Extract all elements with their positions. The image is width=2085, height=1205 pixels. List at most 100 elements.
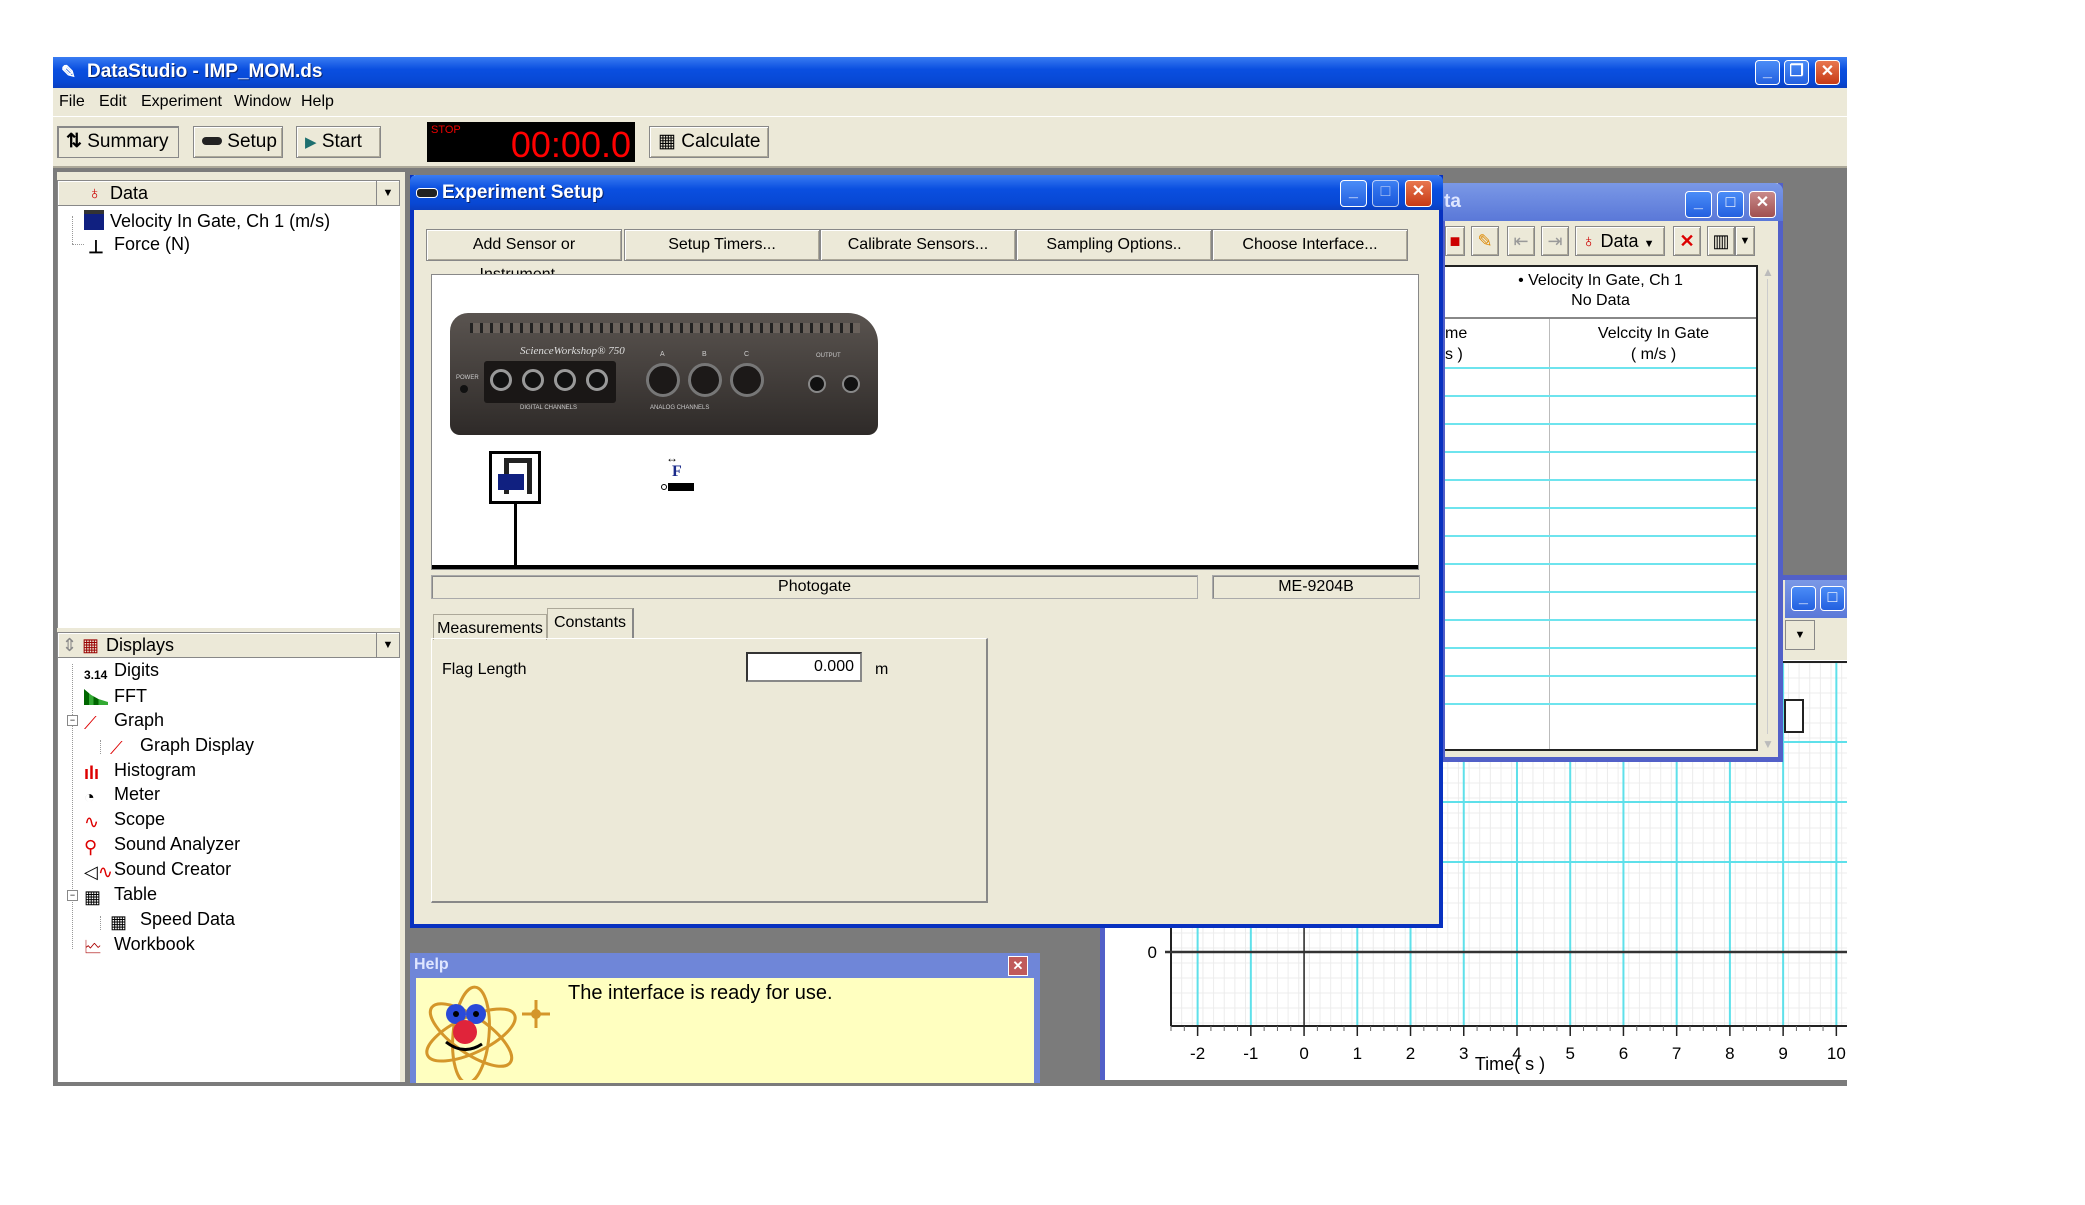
displays-panel-header[interactable]: ⇕ ▦ Displays ▼ — [57, 632, 400, 658]
graph-dropdown[interactable]: ▼ — [1785, 620, 1815, 650]
analog-port-b[interactable] — [688, 363, 722, 397]
minimize-button[interactable]: _ — [1685, 191, 1712, 218]
table-row[interactable] — [1445, 703, 1756, 731]
table-row[interactable] — [1445, 619, 1756, 647]
constants-pane: Flag Length m — [431, 638, 988, 903]
table-row[interactable] — [1445, 591, 1756, 619]
data-item-velocity[interactable]: Velocity In Gate, Ch 1 (m/s) — [84, 210, 330, 232]
display-item-workbook[interactable]: 🗠 Workbook — [84, 934, 195, 957]
table-row[interactable] — [1445, 451, 1756, 479]
menu-edit[interactable]: Edit — [99, 93, 127, 111]
minimize-button[interactable]: _ — [1340, 180, 1367, 207]
close-button[interactable]: ✕ — [1815, 60, 1840, 85]
minimize-button[interactable]: _ — [1791, 586, 1816, 611]
table-row[interactable] — [1445, 647, 1756, 675]
graph-title-bar[interactable]: _ □ — [1785, 580, 1847, 618]
output-port[interactable] — [808, 375, 826, 393]
tab-measurements[interactable]: Measurements — [433, 614, 547, 640]
digital-port-4[interactable] — [586, 369, 608, 391]
setup-button[interactable]: Setup — [193, 126, 283, 158]
chevron-down-icon[interactable]: ▼ — [376, 633, 399, 657]
analog-port-c[interactable] — [730, 363, 764, 397]
column-header-time[interactable]: me s ) — [1445, 323, 1545, 365]
display-item-graph[interactable]: ⟋ Graph — [84, 710, 164, 733]
display-item-meter[interactable]: ◔ Meter — [84, 784, 160, 807]
columns-dropdown[interactable]: ▼ — [1735, 226, 1755, 256]
table-row[interactable] — [1445, 367, 1756, 395]
delete-x-icon: ✕ — [1679, 231, 1695, 251]
analog-port-label: C — [744, 351, 750, 358]
menu-help[interactable]: Help — [301, 93, 334, 111]
table-row[interactable] — [1445, 507, 1756, 535]
display-item-speed-data[interactable]: ▦ Speed Data — [110, 909, 235, 932]
data-item-force[interactable]: ⊥ Force (N) — [84, 234, 190, 257]
maximize-button[interactable]: □ — [1820, 586, 1845, 611]
display-item-fft[interactable]: FFT — [84, 685, 147, 707]
interface-image[interactable]: ScienceWorkshop® 750 POWER DIGITAL CHANN… — [450, 313, 878, 435]
minimize-button[interactable]: _ — [1755, 60, 1780, 85]
maximize-button[interactable]: □ — [1372, 180, 1399, 207]
experiment-setup-title-bar[interactable]: Experiment Setup _ □ ✕ — [410, 175, 1443, 210]
table-scrollbar[interactable]: ▲ ▼ — [1761, 265, 1775, 751]
display-item-table[interactable]: ▦ Table — [84, 884, 157, 907]
flag-length-input[interactable] — [746, 652, 862, 682]
restore-button[interactable]: ❐ — [1784, 60, 1809, 85]
summary-button[interactable]: ⇅ Summary — [57, 126, 179, 158]
calculate-button[interactable]: ▦ Calculate — [649, 126, 769, 158]
align-right-button[interactable]: ⇥ — [1541, 226, 1569, 256]
menu-window[interactable]: Window — [234, 93, 291, 111]
digital-port-3[interactable] — [554, 369, 576, 391]
table-row[interactable] — [1445, 563, 1756, 591]
data-panel-header[interactable]: ♁ Data ▼ — [57, 180, 400, 206]
photogate-sensor-icon[interactable] — [489, 451, 541, 504]
delete-button[interactable]: ✕ — [1673, 226, 1701, 256]
data-item-label: Velocity In Gate, Ch 1 (m/s) — [110, 211, 331, 231]
calibrate-sensors-button[interactable]: Calibrate Sensors... — [820, 229, 1016, 261]
table-row[interactable] — [1445, 423, 1756, 451]
table-title-bar[interactable]: ta _ □ ✕ — [1440, 183, 1783, 221]
lock-button[interactable]: ■ — [1445, 226, 1465, 256]
column-header-velocity[interactable]: Velccity In Gate( m/s ) — [1551, 323, 1756, 365]
analog-port-a[interactable] — [646, 363, 680, 397]
x-tick-label: 9 — [1778, 1044, 1787, 1063]
tab-constants[interactable]: Constants — [547, 608, 634, 639]
help-close-button[interactable]: ✕ — [1008, 956, 1028, 976]
start-button[interactable]: ▶ Start — [296, 126, 381, 158]
display-item-digits[interactable]: 3.14 Digits — [84, 660, 159, 688]
title-bar[interactable]: ✎ DataStudio - IMP_MOM.ds _ ❐ ✕ — [53, 57, 1847, 88]
close-button[interactable]: ✕ — [1405, 180, 1432, 207]
sampling-options-button[interactable]: Sampling Options.. — [1016, 229, 1212, 261]
x-tick-label: 5 — [1565, 1044, 1574, 1063]
table-row[interactable] — [1445, 535, 1756, 563]
display-item-scope[interactable]: ∿ Scope — [84, 809, 165, 832]
align-left-button[interactable]: ⇤ — [1507, 226, 1535, 256]
table-row[interactable] — [1445, 479, 1756, 507]
display-item-graph-display[interactable]: ⟋ Graph Display — [110, 735, 254, 758]
display-item-histogram[interactable]: ılı Histogram — [84, 760, 196, 783]
maximize-button[interactable]: □ — [1717, 191, 1744, 218]
scroll-down-icon[interactable]: ▼ — [1762, 737, 1774, 751]
chevron-down-icon[interactable]: ▼ — [376, 181, 399, 205]
output-port[interactable] — [842, 375, 860, 393]
menu-experiment[interactable]: Experiment — [141, 93, 222, 111]
setup-timers-button[interactable]: Setup Timers... — [624, 229, 820, 261]
add-sensor-button[interactable]: Add Sensor or Instrument... — [426, 229, 622, 283]
table-row[interactable] — [1445, 395, 1756, 423]
menu-file[interactable]: File — [59, 93, 85, 111]
display-item-sound-analyzer[interactable]: ⚲ Sound Analyzer — [84, 834, 240, 857]
digital-port-1[interactable] — [490, 369, 512, 391]
digital-port-2[interactable] — [522, 369, 544, 391]
force-sensor-icon[interactable]: ↔ F — [660, 451, 700, 497]
display-item-sound-creator[interactable]: ◁∿Sound Creator — [84, 859, 231, 882]
y-scale-box[interactable] — [1784, 699, 1804, 733]
columns-button[interactable]: ▥ — [1707, 226, 1735, 256]
edit-button[interactable]: ✎ — [1471, 226, 1499, 256]
digital-label: DIGITAL CHANNELS — [520, 405, 578, 411]
choose-interface-button[interactable]: Choose Interface... — [1212, 229, 1408, 261]
splitter-icon[interactable]: ⇕ — [62, 633, 77, 657]
table-row[interactable] — [1445, 675, 1756, 703]
close-button[interactable]: ✕ — [1749, 191, 1776, 218]
data-dropdown[interactable]: ♁ Data ▼ — [1575, 226, 1665, 256]
summary-icon: ⇅ — [66, 131, 82, 152]
scroll-up-icon[interactable]: ▲ — [1762, 265, 1774, 279]
